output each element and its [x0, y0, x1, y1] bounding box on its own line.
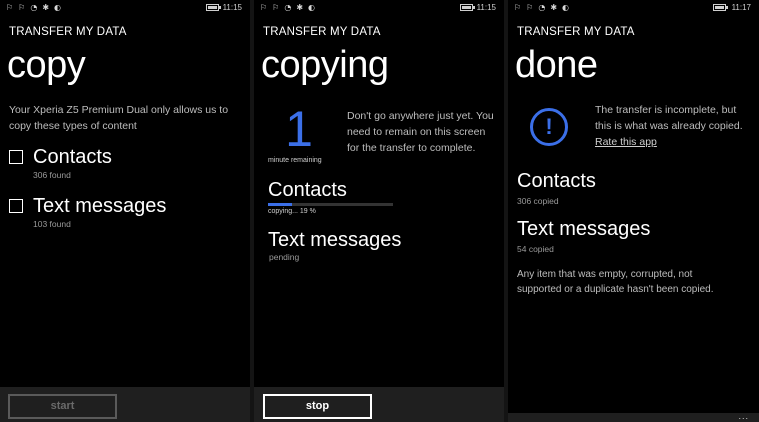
battery-icon: [713, 4, 728, 11]
start-button[interactable]: start: [8, 394, 117, 419]
sync-icon: ◐: [308, 3, 316, 12]
rate-this-app-link[interactable]: Rate this app: [595, 136, 657, 148]
battery-icon: [460, 4, 475, 11]
status-time: 11:17: [731, 3, 751, 12]
bluetooth-icon: ✱: [42, 3, 50, 12]
contacts-label: Contacts: [517, 170, 596, 192]
notification-icon: ⚐: [260, 3, 268, 12]
bluetooth-icon: ✱: [550, 3, 558, 12]
contacts-progress-fill: [268, 203, 292, 206]
app-bar-minimized: ...: [508, 411, 759, 422]
signal-icon: ◔: [538, 3, 546, 12]
status-icons: ⚐ ⚐ ◔ ✱ ◐: [514, 3, 569, 13]
minutes-remaining-number: 1: [285, 101, 313, 157]
screen-copy: ⚐ ⚐ ◔ ✱ ◐ 11:15 TRANSFER MY DATA copy Yo…: [0, 0, 250, 422]
sync-icon: ◐: [54, 3, 62, 12]
contacts-status: copying... 19 %: [268, 208, 316, 215]
text-messages-label: Text messages: [33, 195, 167, 217]
status-bar: ⚐ ⚐ ◔ ✱ ◐ 11:15: [0, 0, 250, 16]
note: Any item that was empty, corrupted, not …: [517, 269, 714, 295]
contacts-checkbox[interactable]: [9, 150, 23, 164]
battery-icon: [206, 4, 221, 11]
description: The transfer is incomplete, but this is …: [595, 104, 743, 132]
notification-icon: ⚐: [526, 3, 534, 12]
contacts-label: Contacts: [33, 146, 112, 168]
screen-done: ⚐ ⚐ ◔ ✱ ◐ 11:17 TRANSFER MY DATA done ! …: [508, 0, 759, 422]
status-icons: ⚐ ⚐ ◔ ✱ ◐: [260, 3, 315, 13]
bluetooth-icon: ✱: [296, 3, 304, 12]
description: Your Xperia Z5 Premium Dual only allows …: [9, 104, 229, 132]
description: Don't go anywhere just yet. You need to …: [347, 110, 494, 154]
text-messages-checkbox-row[interactable]: Text messages: [9, 195, 166, 217]
contacts-progress-bar: [268, 203, 393, 206]
app-title: TRANSFER MY DATA: [263, 26, 381, 38]
notification-icon: ⚐: [272, 3, 280, 12]
app-title: TRANSFER MY DATA: [9, 26, 127, 38]
stop-button[interactable]: stop: [263, 394, 372, 419]
status-icons: ⚐ ⚐ ◔ ✱ ◐: [6, 3, 61, 13]
text-messages-copied: 54 copied: [517, 244, 554, 254]
page-title: copy: [7, 44, 86, 86]
text-messages-found: 103 found: [33, 219, 71, 229]
signal-icon: ◔: [284, 3, 292, 12]
contacts-label: Contacts: [268, 179, 347, 201]
page-title: copying: [261, 44, 389, 86]
contacts-found: 306 found: [33, 170, 71, 180]
more-options-icon[interactable]: ...: [738, 411, 749, 421]
alert-icon: !: [530, 108, 568, 146]
signal-icon: ◔: [30, 3, 38, 12]
contacts-checkbox-row[interactable]: Contacts: [9, 146, 112, 168]
text-messages-label: Text messages: [268, 229, 402, 251]
status-time: 11:15: [476, 3, 496, 12]
status-time: 11:15: [222, 3, 242, 12]
sync-icon: ◐: [562, 3, 570, 12]
text-messages-label: Text messages: [517, 218, 651, 240]
contacts-copied: 306 copied: [517, 196, 559, 206]
status-bar: ⚐ ⚐ ◔ ✱ ◐ 11:15: [254, 0, 504, 16]
app-title: TRANSFER MY DATA: [517, 26, 635, 38]
text-messages-checkbox[interactable]: [9, 199, 23, 213]
notification-icon: ⚐: [514, 3, 522, 12]
app-bar: start: [0, 387, 250, 422]
text-messages-status: pending: [269, 252, 300, 262]
notification-icon: ⚐: [18, 3, 26, 12]
screen-copying: ⚐ ⚐ ◔ ✱ ◐ 11:15 TRANSFER MY DATA copying…: [254, 0, 504, 422]
page-title: done: [515, 44, 598, 86]
notification-icon: ⚐: [6, 3, 14, 12]
minutes-remaining-label: minute remaining: [268, 157, 322, 164]
app-bar: stop: [254, 387, 504, 422]
status-bar: ⚐ ⚐ ◔ ✱ ◐ 11:17: [508, 0, 759, 16]
